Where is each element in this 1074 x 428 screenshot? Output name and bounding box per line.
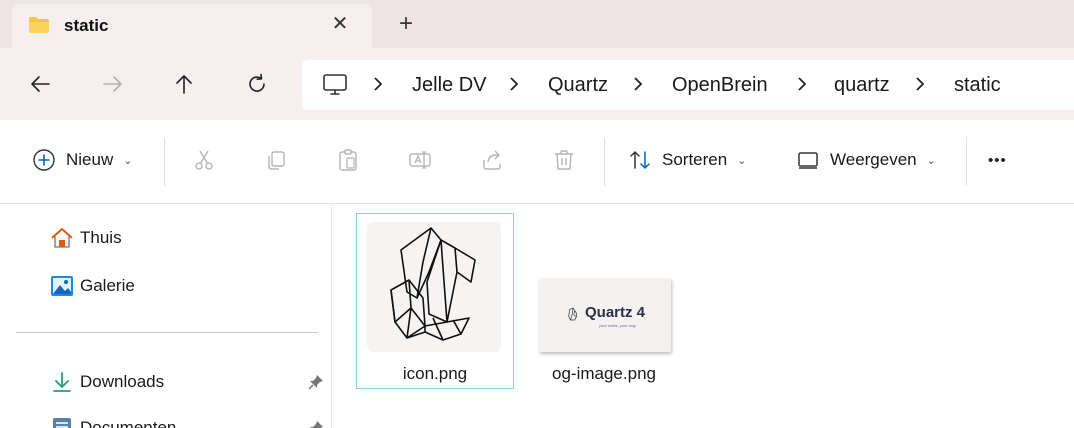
delete-button[interactable]: [552, 142, 576, 178]
sort-icon: [630, 150, 650, 170]
view-icon: [798, 152, 818, 169]
view-label: Weergeven: [830, 150, 917, 169]
more-options-button[interactable]: •••: [988, 142, 1007, 178]
file-name: og-image.png: [552, 364, 656, 383]
file-thumbnail: Quartz 4 your notes, your way: [539, 278, 671, 352]
rename-icon: [409, 151, 431, 169]
pin-icon[interactable]: [308, 420, 324, 428]
refresh-icon[interactable]: [241, 68, 273, 100]
title-bar: static ✕ +: [0, 0, 1074, 48]
crystal-icon: [568, 307, 577, 321]
breadcrumb-quartz-lower[interactable]: quartz: [834, 74, 890, 97]
arrow-up-icon[interactable]: [168, 68, 200, 100]
address-bar[interactable]: Jelle DV Quartz OpenBrein quartz static: [302, 60, 1074, 110]
cut-button[interactable]: [192, 142, 216, 178]
sidebar-item-label: Galerie: [80, 276, 135, 295]
trash-icon: [555, 150, 573, 170]
folder-icon: [29, 17, 49, 33]
file-thumbnail: [367, 222, 501, 352]
command-bar: Nieuw ⌄ Sorteren ⌄ Weergeven ⌄ •••: [0, 120, 1074, 204]
view-button[interactable]: Weergeven ⌄: [796, 142, 936, 178]
new-label: Nieuw: [66, 150, 114, 169]
download-icon: [53, 372, 71, 392]
chevron-right-icon[interactable]: [508, 76, 520, 92]
gallery-icon: [51, 276, 73, 296]
copy-icon: [268, 151, 285, 170]
breadcrumb-quartz[interactable]: Quartz: [548, 74, 608, 97]
sidebar-item-downloads[interactable]: Downloads: [50, 368, 164, 396]
plus-icon[interactable]: +: [394, 12, 418, 36]
crystal-icon: [390, 227, 476, 341]
chevron-down-icon: ⌄: [737, 154, 747, 167]
share-button[interactable]: [480, 142, 504, 178]
separator: [164, 138, 165, 186]
plus-circle-icon: [33, 149, 55, 171]
navigation-bar: Jelle DV Quartz OpenBrein quartz static: [0, 48, 1074, 120]
pin-icon[interactable]: [308, 374, 324, 390]
chevron-right-icon[interactable]: [632, 76, 644, 92]
thumbnail-subtitle: your notes, your way: [599, 323, 636, 328]
chevron-right-icon[interactable]: [372, 76, 384, 92]
breadcrumb-static[interactable]: static: [954, 74, 1001, 97]
file-item-icon-png[interactable]: icon.png: [356, 213, 514, 389]
share-icon: [483, 150, 501, 170]
chevron-right-icon[interactable]: [796, 76, 808, 92]
arrow-right-icon[interactable]: [97, 68, 129, 100]
breadcrumb-jelle-dv[interactable]: Jelle DV: [412, 74, 486, 97]
home-icon: [51, 228, 73, 248]
sort-label: Sorteren: [662, 150, 728, 169]
breadcrumb-openbrein[interactable]: OpenBrein: [672, 74, 768, 97]
divider: [16, 332, 318, 333]
separator: [966, 138, 967, 186]
file-name: icon.png: [402, 364, 468, 383]
computer-icon[interactable]: [322, 73, 348, 97]
separator: [604, 138, 605, 186]
new-button[interactable]: Nieuw ⌄: [32, 142, 132, 178]
scissors-icon: [195, 150, 213, 170]
close-icon[interactable]: ✕: [328, 12, 352, 36]
chevron-down-icon: ⌄: [123, 154, 133, 167]
copy-button[interactable]: [264, 142, 288, 178]
rename-button[interactable]: [408, 142, 432, 178]
sidebar-item-documenten[interactable]: Documenten: [50, 414, 176, 428]
sort-button[interactable]: Sorteren ⌄: [628, 142, 746, 178]
sidebar-item-label: Thuis: [80, 228, 122, 247]
file-item-og-image-png[interactable]: Quartz 4 your notes, your way og-image.p…: [529, 274, 679, 389]
sidebar-item-galerie[interactable]: Galerie: [50, 272, 135, 300]
sidebar-item-label: Documenten: [80, 418, 177, 428]
arrow-left-icon[interactable]: [24, 68, 56, 100]
chevron-right-icon[interactable]: [914, 76, 926, 92]
tab-static[interactable]: static ✕: [12, 4, 372, 48]
sidebar-item-thuis[interactable]: Thuis: [50, 224, 122, 252]
file-list: icon.png Quartz 4 your notes, your way o…: [333, 204, 1074, 428]
sidebar-item-label: Downloads: [80, 372, 165, 391]
tab-title: static: [64, 16, 109, 35]
chevron-down-icon: ⌄: [926, 154, 936, 167]
thumbnail-title: Quartz 4: [585, 304, 646, 321]
paste-button[interactable]: [336, 142, 360, 178]
clipboard-icon: [339, 149, 357, 171]
navigation-pane: Thuis Galerie Downloads Documenten: [0, 204, 332, 428]
documents-icon: [53, 418, 71, 428]
